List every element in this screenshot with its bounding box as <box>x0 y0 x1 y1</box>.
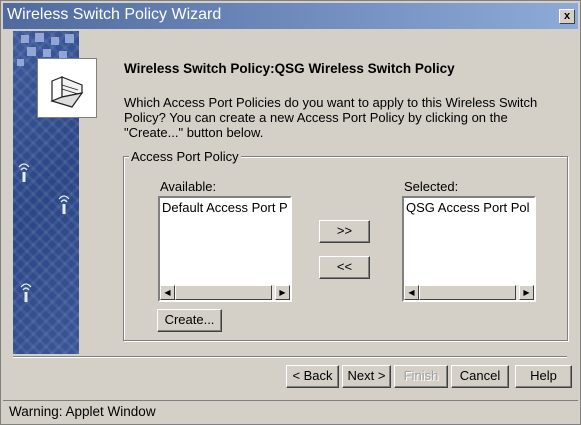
available-list[interactable]: Default Access Port P ◀ ▶ <box>158 196 292 302</box>
horizontal-scrollbar[interactable]: ◀ ▶ <box>404 285 534 300</box>
page-description: Which Access Port Policies do you want t… <box>124 95 538 140</box>
back-button[interactable]: < Back <box>286 365 339 388</box>
selected-list[interactable]: QSG Access Port Pol ◀ ▶ <box>402 196 536 302</box>
title-bar[interactable]: Wireless Switch Policy Wizard x <box>3 3 578 29</box>
wifi-icon <box>58 195 70 214</box>
next-button[interactable]: Next > <box>342 365 391 388</box>
selected-label: Selected: <box>404 179 459 194</box>
remove-policy-button[interactable]: << <box>319 256 370 279</box>
close-icon: x <box>563 10 571 22</box>
access-port-device-icon <box>50 76 84 108</box>
help-button[interactable]: Help <box>515 365 572 388</box>
scroll-right-arrow-icon[interactable]: ▶ <box>275 285 290 300</box>
status-bar: Warning: Applet Window <box>3 400 578 423</box>
wifi-icon <box>18 163 30 182</box>
scrollbar-thumb[interactable] <box>175 285 272 300</box>
finish-button[interactable]: Finish <box>394 365 448 388</box>
list-item[interactable]: QSG Access Port Pol <box>406 200 530 215</box>
cancel-button[interactable]: Cancel <box>451 365 509 388</box>
add-policy-button[interactable]: >> <box>319 220 370 243</box>
horizontal-scrollbar[interactable]: ◀ ▶ <box>160 285 290 300</box>
list-item[interactable]: Default Access Port P <box>162 200 288 215</box>
scroll-right-arrow-icon[interactable]: ▶ <box>519 285 534 300</box>
page-heading: Wireless Switch Policy:QSG Wireless Swit… <box>124 61 455 76</box>
footer-divider <box>13 356 567 358</box>
window-title: Wireless Switch Policy Wizard <box>7 6 222 23</box>
group-legend: Access Port Policy <box>129 149 241 164</box>
available-label: Available: <box>160 179 217 194</box>
scrollbar-thumb[interactable] <box>419 285 516 300</box>
scroll-left-arrow-icon[interactable]: ◀ <box>404 285 419 300</box>
status-text: Warning: Applet Window <box>9 404 156 419</box>
wifi-icon <box>20 283 32 302</box>
close-button[interactable]: x <box>559 9 575 24</box>
wizard-window: Wireless Switch Policy Wizard x Wireless… <box>0 0 581 425</box>
scroll-left-arrow-icon[interactable]: ◀ <box>160 285 175 300</box>
wizard-logo <box>37 58 97 118</box>
create-button[interactable]: Create... <box>157 309 222 332</box>
